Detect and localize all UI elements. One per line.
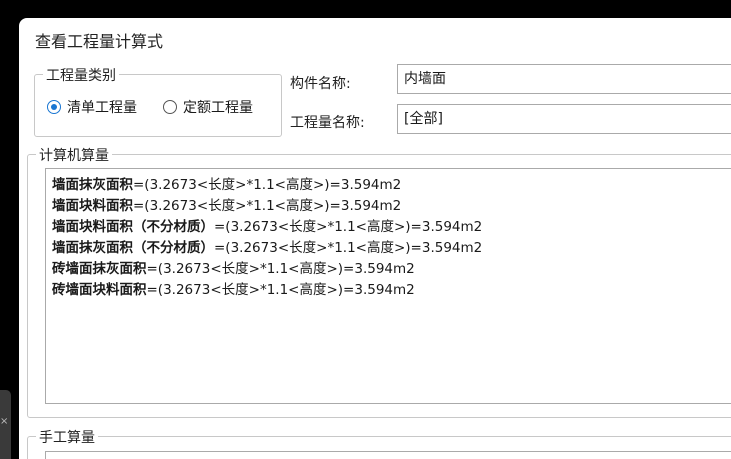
formula-expression: =(3.2673<长度>*1.1<高度>)=3.594m2 [214,219,483,235]
formula-name: 砖墙面块料面积 [52,282,147,298]
formula-line: 墙面抹灰面积（不分材质）=(3.2673<长度>*1.1<高度>)=3.594m… [52,238,731,259]
formula-name: 墙面块料面积 [52,198,133,214]
formula-expression: =(3.2673<长度>*1.1<高度>)=3.594m2 [133,177,402,193]
formula-line: 墙面块料面积（不分材质）=(3.2673<长度>*1.1<高度>)=3.594m… [52,217,731,238]
manual-group-legend: 手工算量 [36,427,98,447]
dialog-title: 查看工程量计算式 [35,32,164,51]
formula-name: 墙面块料面积（不分材质） [52,219,214,235]
computer-group-legend: 计算机算量 [36,145,112,165]
formula-expression: =(3.2673<长度>*1.1<高度>)=3.594m2 [214,240,483,256]
category-group: 工程量类别 清单工程量 定额工程量 [34,65,282,137]
formula-line: 墙面块料面积=(3.2673<长度>*1.1<高度>)=3.594m2 [52,196,731,217]
formula-name: 墙面抹灰面积（不分材质） [52,240,214,256]
component-name-field[interactable]: 内墙面 [397,64,731,94]
formula-name: 墙面抹灰面积 [52,177,133,193]
formula-name: 砖墙面抹灰面积 [52,261,147,277]
quantity-name-select[interactable]: [全部] [397,104,731,134]
formula-textarea[interactable]: 墙面抹灰面积=(3.2673<长度>*1.1<高度>)=3.594m2 墙面块料… [45,168,731,404]
formula-dialog: 查看工程量计算式 工程量类别 清单工程量 定额工程量 构件名称: 内墙面 工程量… [19,18,731,459]
formula-expression: =(3.2673<长度>*1.1<高度>)=3.594m2 [146,261,415,277]
side-tab[interactable]: × [0,390,11,459]
radio-bill-quantity[interactable]: 清单工程量 [47,97,137,117]
component-name-label: 构件名称: [290,76,351,92]
category-group-legend: 工程量类别 [43,65,119,85]
close-icon[interactable]: × [0,416,8,427]
radio-checked-icon[interactable] [47,100,61,114]
radio-label: 定额工程量 [183,100,253,116]
quantity-name-label: 工程量名称: [290,115,365,131]
formula-expression: =(3.2673<长度>*1.1<高度>)=3.594m2 [133,198,402,214]
formula-line: 墙面抹灰面积=(3.2673<长度>*1.1<高度>)=3.594m2 [52,175,731,196]
manual-textarea[interactable] [45,451,731,459]
formula-line: 砖墙面抹灰面积=(3.2673<长度>*1.1<高度>)=3.594m2 [52,259,731,280]
radio-quota-quantity[interactable]: 定额工程量 [163,97,253,117]
radio-unchecked-icon[interactable] [163,100,177,114]
formula-expression: =(3.2673<长度>*1.1<高度>)=3.594m2 [146,282,415,298]
formula-line: 砖墙面块料面积=(3.2673<长度>*1.1<高度>)=3.594m2 [52,280,731,301]
radio-label: 清单工程量 [67,100,137,116]
